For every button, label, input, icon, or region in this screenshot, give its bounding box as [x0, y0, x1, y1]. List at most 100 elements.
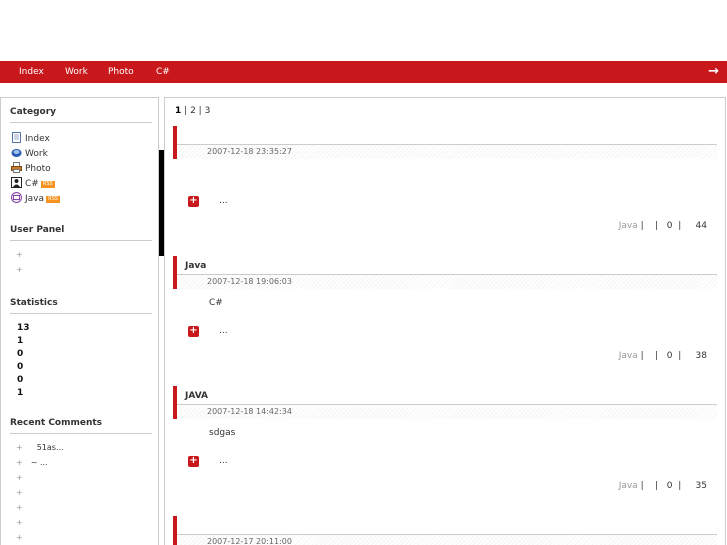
category-item-work[interactable]: Work [11, 147, 48, 159]
post-view-count: 44 [695, 221, 707, 231]
meta-separator: | [678, 351, 682, 361]
post-title[interactable]: Java [185, 261, 206, 271]
post-more[interactable]: ... [219, 196, 228, 206]
meta-separator: | [678, 481, 682, 491]
post-date: 2007-12-18 23:35:27 [207, 147, 292, 156]
expand-icon[interactable]: + [188, 456, 199, 467]
statistics-title: Statistics [10, 298, 58, 308]
meta-separator: | [640, 351, 644, 361]
meta-separator: | [640, 481, 644, 491]
post-date-band: 2007-12-18 23:35:27 [177, 144, 717, 159]
recent-comments-title: Recent Comments [10, 418, 103, 428]
nav-item-photo[interactable]: Photo [108, 61, 134, 83]
comment-bullet: + [16, 503, 23, 512]
rss-feed-icon[interactable]: RSS [46, 196, 61, 203]
top-navbar: Index Work Photo C# → [0, 61, 727, 83]
comment-item[interactable]: + [16, 488, 23, 497]
page-current: 1 [175, 106, 182, 116]
comment-bullet: + [16, 488, 23, 497]
post-view-count: 35 [695, 481, 707, 491]
comment-item[interactable]: +51as... [16, 443, 64, 452]
stat-value: 0 [17, 362, 24, 372]
user-panel-item[interactable]: + [16, 250, 23, 259]
post-title[interactable]: JAVA [185, 391, 208, 401]
category-title: Category [10, 107, 57, 117]
category-label: Index [25, 134, 50, 144]
meta-separator: | [678, 221, 682, 231]
post-category[interactable]: Java [619, 221, 638, 231]
comment-bullet: + [16, 518, 23, 527]
main-content: 1 | 2 | 3 2007-12-18 23:35:27 + ... Java… [164, 97, 726, 545]
comment-item[interactable]: + [16, 533, 23, 542]
category-label: Photo [25, 164, 51, 174]
post-body: sdgas [209, 428, 236, 438]
user-panel-item[interactable]: + [16, 265, 23, 274]
meta-separator: | [640, 221, 644, 231]
comment-text[interactable]: 51as... [37, 443, 64, 452]
post-date: 2007-12-18 19:06:03 [207, 277, 292, 286]
post-date: 2007-12-18 14:42:34 [207, 407, 292, 416]
nav-item-work[interactable]: Work [65, 61, 88, 83]
category-label: C# [25, 179, 39, 189]
rss-feed-icon[interactable]: RSS [40, 181, 55, 188]
post-meta: Java | | 0 | 38 [619, 351, 707, 361]
category-item-java[interactable]: Java RSS [11, 192, 61, 204]
page-link-2[interactable]: 2 [190, 106, 196, 116]
category-label: Work [25, 149, 48, 159]
pagination: 1 | 2 | 3 [175, 106, 210, 116]
page-separator: | [198, 106, 202, 116]
post-category[interactable]: Java [619, 351, 638, 361]
comment-text[interactable]: ~ ... [31, 458, 48, 467]
post-date-band: 2007-12-18 19:06:03 [177, 274, 717, 289]
stat-value: 0 [17, 375, 24, 385]
post-category[interactable]: Java [619, 481, 638, 491]
category-item-csharp[interactable]: C# RSS [11, 177, 55, 189]
divider [10, 433, 152, 434]
divider [10, 122, 152, 123]
comment-bullet: + [16, 458, 23, 467]
post-comment-count: 0 [666, 351, 673, 361]
arrow-right-icon[interactable]: → [708, 61, 719, 83]
meta-separator: | [655, 221, 659, 231]
stat-value: 13 [17, 323, 30, 333]
meta-separator: | [655, 351, 659, 361]
nav-item-csharp[interactable]: C# [156, 61, 170, 83]
comment-item[interactable]: + [16, 518, 23, 527]
comment-bullet: + [16, 443, 23, 452]
user-icon [11, 177, 22, 188]
post-date-band: 2007-12-17 20:11:00 [177, 534, 717, 545]
post-view-count: 38 [695, 351, 707, 361]
comment-item[interactable]: + ~ ... [16, 458, 48, 467]
post-comment-count: 0 [666, 481, 673, 491]
post-date: 2007-12-17 20:11:00 [207, 537, 292, 545]
sidebar: Category Index Work Photo C# RSS Java RSS … [0, 97, 159, 545]
post-more[interactable]: ... [219, 326, 228, 336]
divider [10, 313, 152, 314]
category-item-index[interactable]: Index [11, 132, 50, 144]
divider [10, 240, 152, 241]
expand-icon[interactable]: + [188, 326, 199, 337]
category-item-photo[interactable]: Photo [11, 162, 51, 174]
comment-bullet: + [16, 533, 23, 542]
post-meta: Java | | 0 | 44 [619, 221, 707, 231]
comment-item[interactable]: + [16, 473, 23, 482]
post-more[interactable]: ... [219, 456, 228, 466]
meta-separator: | [655, 481, 659, 491]
stat-value: 1 [17, 388, 24, 398]
post-meta: Java | | 0 | 35 [619, 481, 707, 491]
comment-item[interactable]: + [16, 503, 23, 512]
page-icon [12, 132, 21, 143]
page-link-3[interactable]: 3 [205, 106, 211, 116]
page-separator: | [184, 106, 188, 116]
stat-value: 1 [17, 336, 24, 346]
disc-icon [11, 149, 22, 157]
user-panel-title: User Panel [10, 225, 65, 235]
printer-icon [11, 162, 22, 173]
expand-icon[interactable]: + [188, 196, 199, 207]
post-body: C# [209, 298, 223, 308]
nav-item-index[interactable]: Index [19, 61, 44, 83]
post-comment-count: 0 [666, 221, 673, 231]
comment-bullet: + [16, 473, 23, 482]
stat-value: 0 [17, 349, 24, 359]
category-label: Java [25, 194, 45, 204]
